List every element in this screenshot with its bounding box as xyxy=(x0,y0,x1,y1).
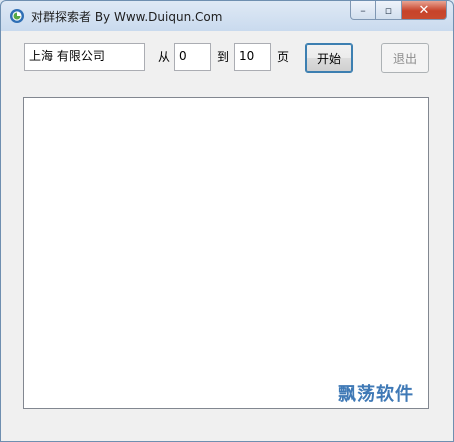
client-area: 上海 有限公司 从 0 到 10 页 开始 退出 飘荡软件 xyxy=(8,31,446,435)
start-button-label: 开始 xyxy=(316,51,341,66)
results-list[interactable] xyxy=(23,97,429,409)
title-bar[interactable]: 对群探索者 By Www.Duiqun.Com – ▫ ✕ xyxy=(1,1,453,31)
from-label: 从 xyxy=(158,50,171,64)
to-label: 到 xyxy=(217,50,230,64)
maximize-icon: ▫ xyxy=(384,3,393,17)
keyword-input[interactable]: 上海 有限公司 xyxy=(24,43,145,71)
caption-buttons: – ▫ ✕ xyxy=(350,1,447,21)
window-title: 对群探索者 By Www.Duiqun.Com xyxy=(31,10,223,24)
page-label: 页 xyxy=(277,50,290,64)
watermark-logo: 飘荡软件 xyxy=(338,384,414,405)
start-button[interactable]: 开始 xyxy=(305,43,353,73)
exit-button-label: 退出 xyxy=(392,51,417,66)
maximize-button[interactable]: ▫ xyxy=(376,1,402,20)
to-page-input[interactable]: 10 xyxy=(234,43,271,71)
minimize-button[interactable]: – xyxy=(350,1,376,20)
app-logo-icon xyxy=(10,9,24,23)
minimize-icon: – xyxy=(360,3,366,17)
from-page-input[interactable]: 0 xyxy=(174,43,211,71)
close-button[interactable]: ✕ xyxy=(402,1,447,20)
close-icon: ✕ xyxy=(418,2,430,18)
exit-button[interactable]: 退出 xyxy=(381,43,429,73)
app-window: 对群探索者 By Www.Duiqun.Com – ▫ ✕ 上海 有限公司 从 … xyxy=(0,0,454,442)
